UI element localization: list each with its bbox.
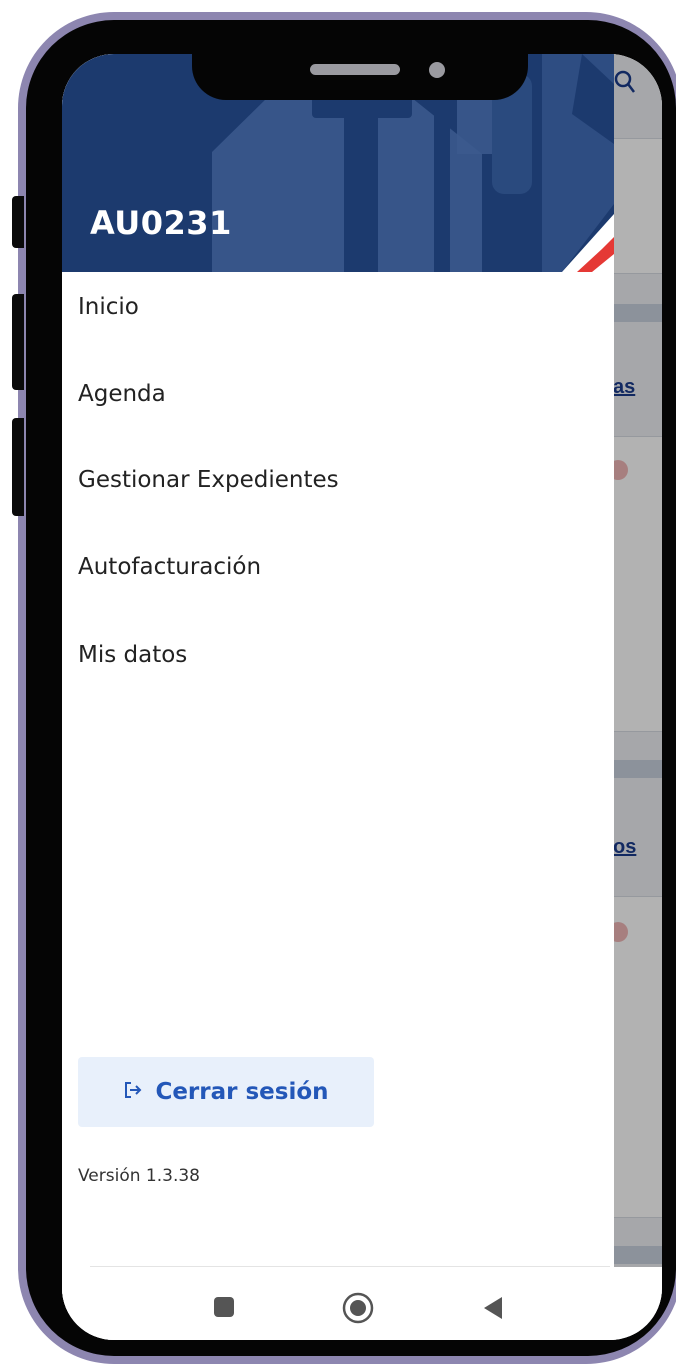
menu-item-gestionar-expedientes[interactable]: Gestionar Expedientes <box>78 450 339 510</box>
logout-label: Cerrar sesión <box>155 1079 329 1105</box>
menu-item-mis-datos[interactable]: Mis datos <box>78 625 187 685</box>
home-icon[interactable] <box>342 1292 374 1329</box>
front-camera <box>429 62 445 78</box>
app-version: Versión 1.3.38 <box>78 1166 200 1186</box>
volume-up-button <box>12 294 24 390</box>
menu-item-agenda[interactable]: Agenda <box>78 364 166 424</box>
navigation-drawer: AU0231 Inicio Agenda Gestionar Expedient… <box>62 54 614 1340</box>
logout-icon <box>123 1080 143 1105</box>
recent-apps-icon[interactable] <box>212 1295 236 1324</box>
volume-down-button <box>12 418 24 516</box>
side-button-top <box>12 196 24 248</box>
screen: as os AU0231 Inicio Agenda Gestionar Exp… <box>62 54 662 1340</box>
menu-item-inicio[interactable]: Inicio <box>78 277 139 337</box>
phone-notch <box>192 52 528 100</box>
user-code: AU0231 <box>90 204 232 242</box>
menu-item-autofacturacion[interactable]: Autofacturación <box>78 537 261 597</box>
system-navigation-bar <box>62 1267 662 1340</box>
logout-button[interactable]: Cerrar sesión <box>78 1057 374 1127</box>
back-icon[interactable] <box>482 1295 504 1326</box>
speaker-grille <box>310 64 400 75</box>
